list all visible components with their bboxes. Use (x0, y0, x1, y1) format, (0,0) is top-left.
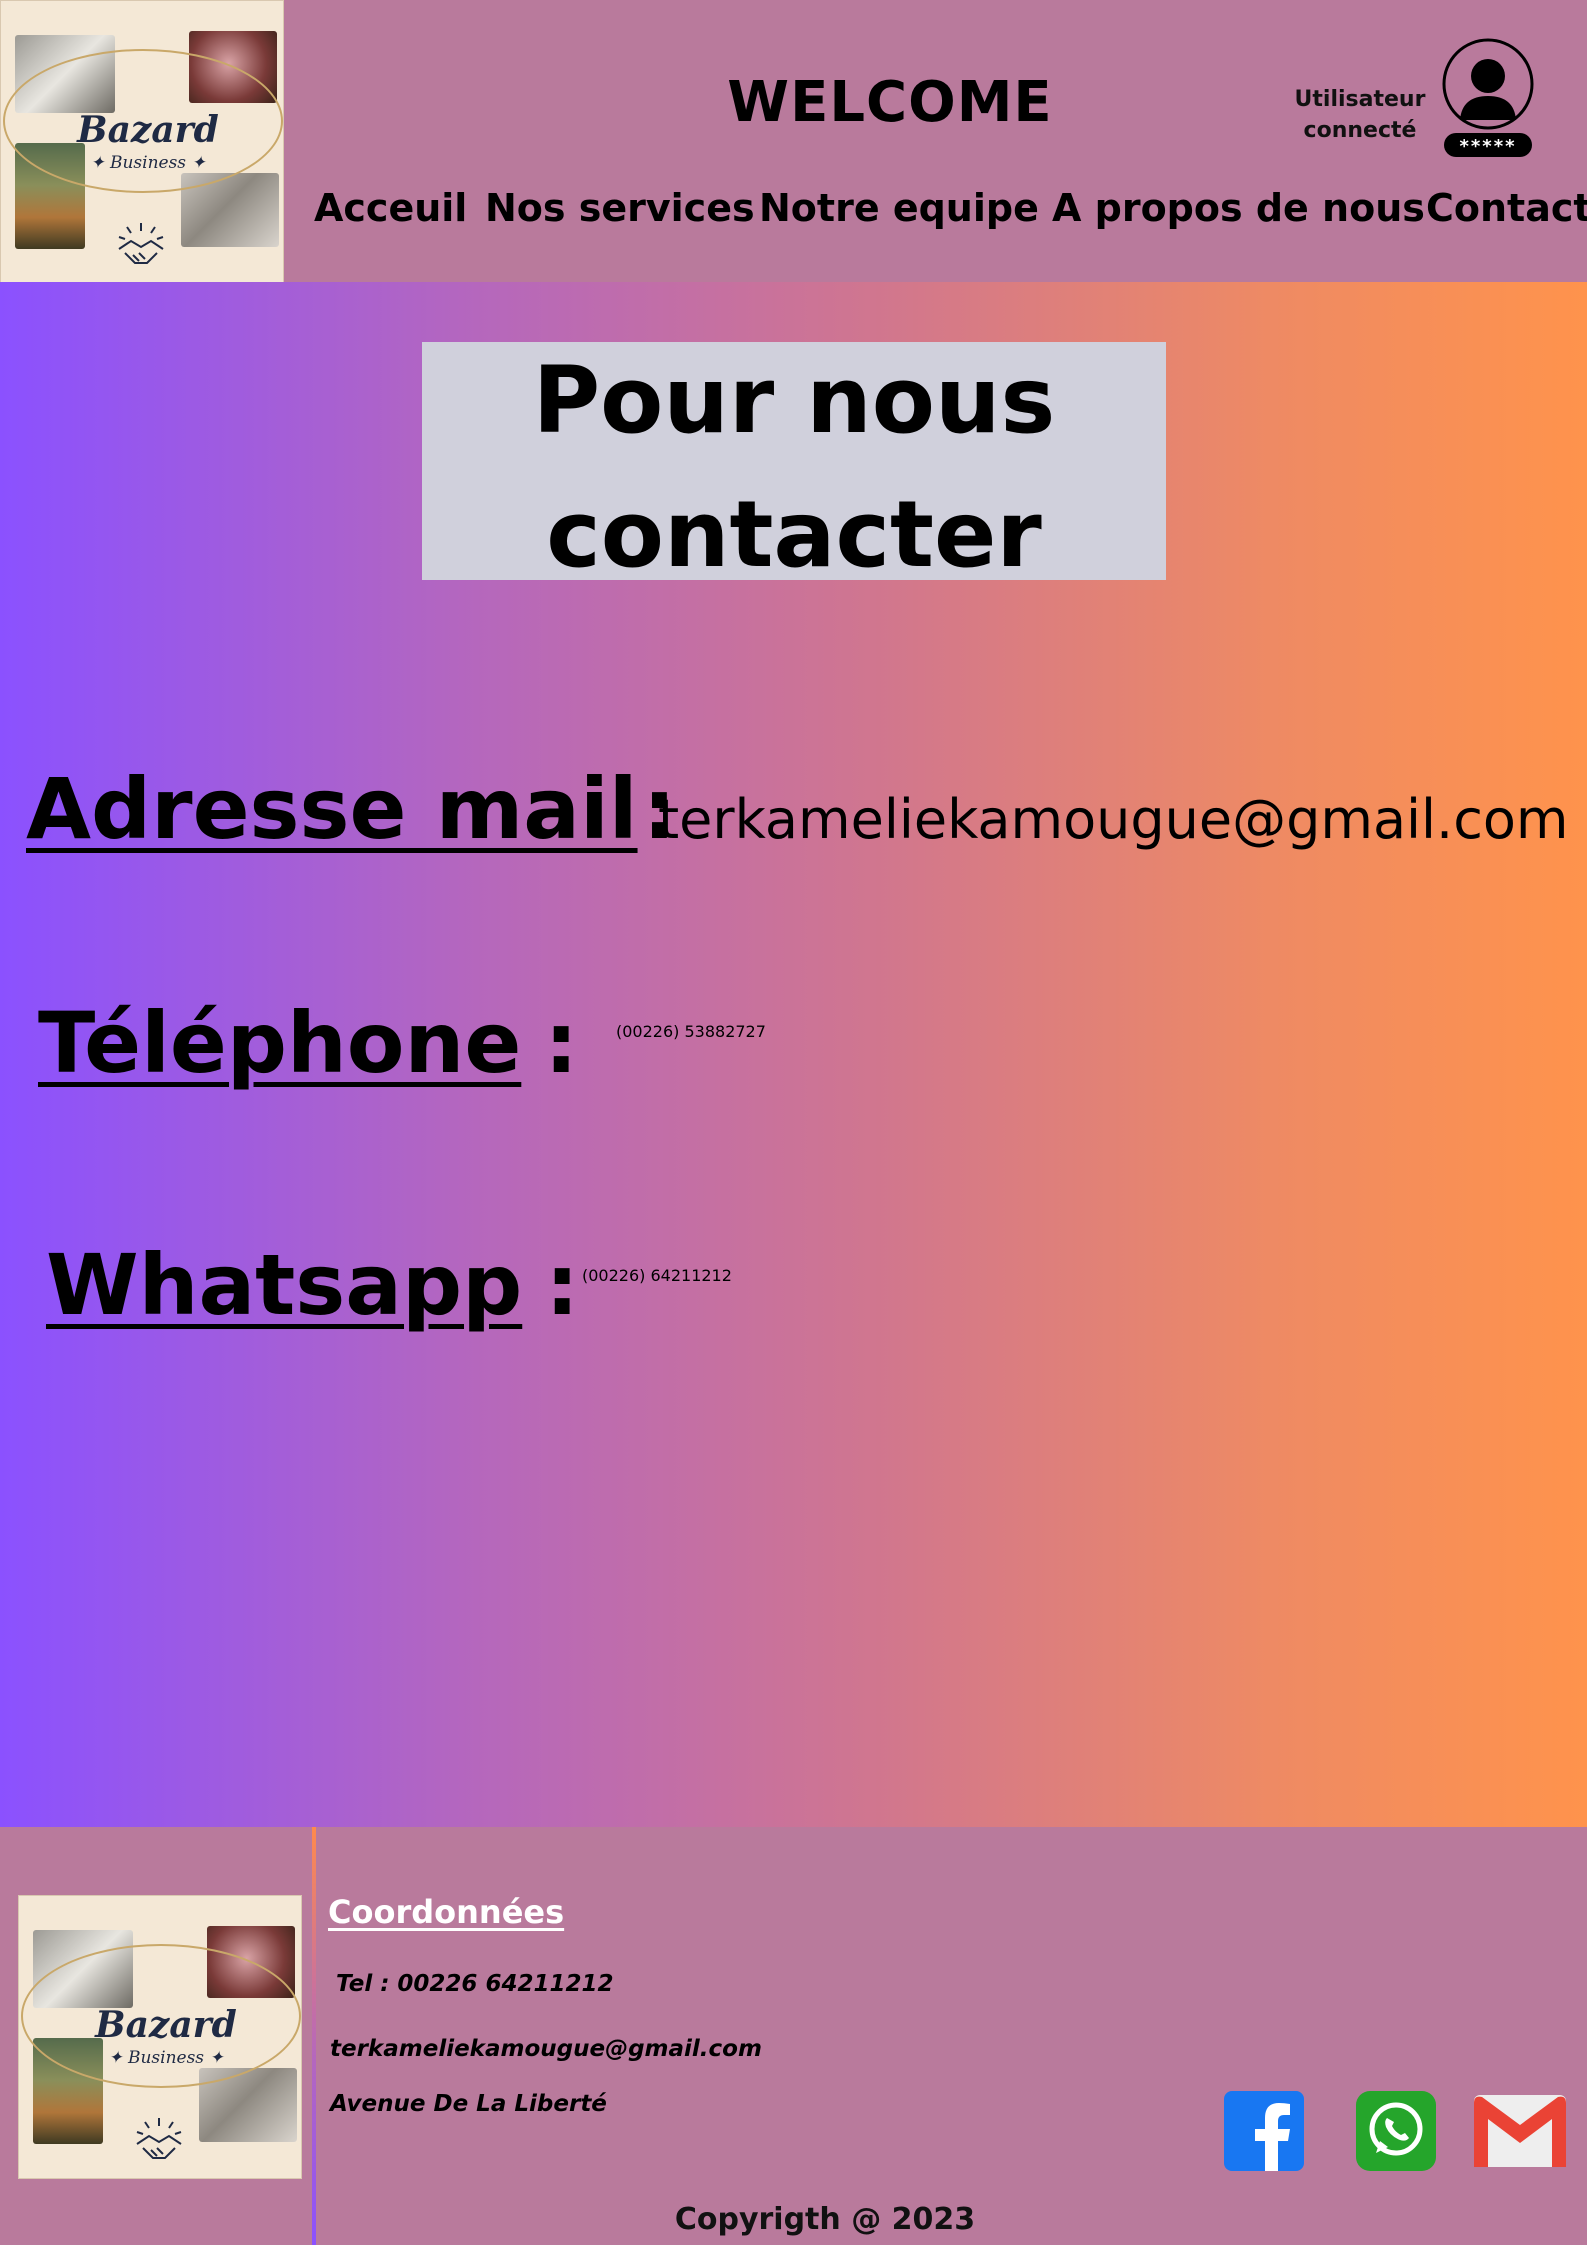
coordinates-title: Coordonnées (328, 1893, 565, 1931)
whatsapp-icon[interactable] (1356, 2091, 1436, 2175)
facebook-icon[interactable] (1224, 2091, 1304, 2175)
email-row: Adresse mail : (26, 760, 676, 858)
nav-contact[interactable]: Contact (1426, 186, 1587, 230)
email-value[interactable]: terkameliekamougue@gmail.com (658, 788, 1569, 851)
whatsapp-row: Whatsapp : (46, 1236, 579, 1334)
main-navigation: Acceuil Nos services Notre equipe A prop… (300, 186, 1587, 242)
footer-divider (312, 1827, 316, 2245)
whatsapp-value[interactable]: (00226) 64211212 (582, 1266, 732, 1285)
nav-nos-services[interactable]: Nos services (485, 186, 755, 230)
user-account-icon[interactable]: ***** (1440, 36, 1536, 160)
nav-accueil[interactable]: Acceuil (314, 186, 467, 230)
copyright-text: Copyrigth @ 2023 (674, 2202, 976, 2237)
handshake-icon (113, 219, 169, 275)
phone-colon: : (544, 994, 578, 1092)
footer-email[interactable]: terkameliekamougue@gmail.com (330, 2036, 762, 2062)
user-status-line1: Utilisateur (1294, 87, 1426, 112)
page-title: Pour nous contacter (422, 334, 1166, 602)
phone-row: Téléphone : (38, 994, 578, 1092)
bazard-business-logo[interactable]: Bazard ✦ Business ✦ (0, 0, 284, 284)
page-title-box: Pour nous contacter (422, 342, 1166, 588)
header: Bazard ✦ Business ✦ WELCOME Utilisateur … (0, 0, 1587, 284)
email-label: Adresse mail (26, 760, 638, 858)
nav-a-propos[interactable]: A propos de nous (1052, 186, 1425, 230)
phone-label: Téléphone (38, 994, 522, 1092)
footer: Bazard ✦ Business ✦ Coordonnées Tel : 00… (0, 1827, 1587, 2245)
page-title-line2: contacter (546, 481, 1042, 588)
nav-notre-equipe[interactable]: Notre equipe (759, 186, 1039, 230)
logo-sub-text: ✦ Business ✦ (90, 153, 206, 173)
logo-sub-text: ✦ Business ✦ (108, 2048, 224, 2068)
user-status-label: Utilisateur connecté (1290, 84, 1430, 146)
logo-brand-text: Bazard (95, 2004, 237, 2046)
footer-logo[interactable]: Bazard ✦ Business ✦ (18, 1895, 302, 2179)
footer-address: Avenue De La Liberté (330, 2091, 607, 2117)
welcome-title: WELCOME (727, 70, 1053, 135)
contact-section: Pour nous contacter Adresse mail : terka… (0, 282, 1587, 1827)
handshake-icon (131, 2114, 187, 2170)
whatsapp-colon: : (545, 1236, 579, 1334)
phone-value[interactable]: (00226) 53882727 (616, 1022, 766, 1041)
gmail-icon[interactable] (1474, 2091, 1566, 2171)
footer-tel[interactable]: Tel : 00226 64211212 (336, 1971, 613, 1997)
logo-brand-text: Bazard (77, 109, 219, 151)
user-status-line2: connecté (1303, 118, 1417, 143)
page-title-line1: Pour nous (532, 347, 1056, 454)
password-mask-text: ***** (1459, 136, 1516, 157)
whatsapp-label: Whatsapp (46, 1236, 523, 1334)
